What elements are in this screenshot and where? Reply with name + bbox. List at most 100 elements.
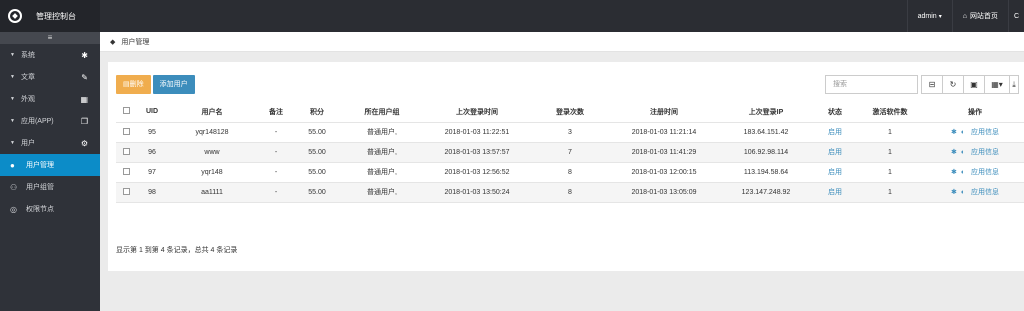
app-info-link[interactable]: 应用信息 — [971, 169, 999, 176]
caret-down-icon: ▼ — [10, 118, 15, 124]
list-icon: ▣ — [970, 80, 978, 89]
col-header[interactable]: 所在用户组 — [338, 102, 426, 123]
sidebar-item-label: 用户组管 — [26, 184, 54, 191]
sidebar-toggle[interactable]: ≡ — [0, 32, 100, 44]
search-input[interactable]: 搜索 — [825, 75, 918, 94]
row-select-cell[interactable] — [116, 142, 136, 163]
export-button[interactable]: ⤓ — [1009, 75, 1019, 94]
exit-button[interactable]: C — [1007, 0, 1024, 32]
home-link[interactable]: ⌂ 网站首页 — [951, 0, 1008, 32]
col-header[interactable]: 用户名 — [168, 102, 256, 123]
cell-last-login: 2018-01-03 13:50:24 — [426, 182, 528, 203]
refresh-icon: ↻ — [949, 80, 957, 89]
user-icon: ● — [10, 160, 15, 170]
cell-uid: 98 — [136, 182, 168, 203]
table-row[interactable]: 95 yqr148128 - 55.00 普通用户, 2018-01-03 11… — [116, 122, 1024, 143]
top-bar: 管理控制台 admin ▾ ⌂ 网站首页 C — [0, 0, 1024, 32]
col-header[interactable]: 操作 — [926, 102, 1024, 123]
select-all-cell[interactable] — [116, 102, 136, 123]
app-info-link[interactable]: 应用信息 — [971, 149, 999, 156]
cell-login-count: 8 — [528, 182, 612, 203]
cell-points: 55.00 — [296, 142, 338, 163]
cell-last-ip: 123.147.248.92 — [716, 182, 816, 203]
cell-last-ip: 106.92.98.114 — [716, 142, 816, 163]
edit-gear-icon[interactable]: ✱ — [951, 169, 957, 176]
cell-note: - — [256, 122, 296, 143]
edit-gear-icon[interactable]: ✱ — [951, 149, 957, 156]
sidebar-item-label: 权限节点 — [26, 206, 54, 213]
user-menu[interactable]: admin ▾ — [906, 0, 952, 32]
refresh-button[interactable]: ↻ — [942, 75, 964, 94]
circle-icon: ◎ — [10, 204, 17, 214]
home-link-label: 网站首页 — [969, 13, 998, 20]
col-header[interactable]: 上次登录时间 — [426, 102, 528, 123]
toggle-icon[interactable]: ◐ — [961, 169, 965, 176]
gear-icon: ✱ — [81, 50, 88, 60]
cell-last-login: 2018-01-03 13:57:57 — [426, 142, 528, 163]
toggle-icon[interactable]: ◐ — [961, 149, 965, 156]
select-all-checkbox[interactable] — [122, 107, 130, 115]
sidebar-item-label: 文章 — [20, 74, 35, 81]
table-row[interactable]: 97 yqr148 - 55.00 普通用户, 2018-01-03 12:56… — [116, 162, 1024, 183]
row-checkbox[interactable] — [122, 167, 130, 175]
sidebar-item-user[interactable]: ▼ 用户 ⚙ — [0, 132, 100, 154]
user-table: UID 用户名 备注 积分 所在用户组 上次登录时间 登录次数 注册时间 上次登… — [116, 102, 1024, 203]
col-header[interactable]: 激活软件数 — [854, 102, 926, 123]
cell-actions: ✱ ◐ 应用信息 — [926, 182, 1024, 203]
row-checkbox[interactable] — [122, 187, 130, 195]
table-row[interactable]: 96 www - 55.00 普通用户, 2018-01-03 13:57:57… — [116, 142, 1024, 163]
delete-button[interactable]: ▤删除 — [116, 75, 151, 94]
table-row[interactable]: 98 aa1111 - 55.00 普通用户, 2018-01-03 13:50… — [116, 182, 1024, 203]
sidebar-item-user-group[interactable]: ⚇ 用户组管 — [0, 176, 100, 198]
row-select-cell[interactable] — [116, 182, 136, 203]
caret-down-icon: ▼ — [10, 52, 15, 58]
row-checkbox[interactable] — [122, 147, 130, 155]
sidebar-item-permission[interactable]: ◎ 权限节点 — [0, 198, 100, 220]
user-name: admin — [917, 12, 937, 20]
app-info-link[interactable]: 应用信息 — [971, 189, 999, 196]
sidebar-item-appearance[interactable]: ▼ 外观 ▦ — [0, 88, 100, 110]
col-header[interactable]: 备注 — [256, 102, 296, 123]
col-header[interactable]: 登录次数 — [528, 102, 612, 123]
cell-status[interactable]: 启用 — [816, 162, 854, 183]
cell-status[interactable]: 启用 — [816, 142, 854, 163]
toggle-icon[interactable]: ◐ — [961, 129, 965, 136]
table-header-row: UID 用户名 备注 积分 所在用户组 上次登录时间 登录次数 注册时间 上次登… — [116, 102, 1024, 123]
columns-button[interactable]: ▦▾ — [984, 75, 1010, 94]
cell-status[interactable]: 启用 — [816, 182, 854, 203]
col-header[interactable]: 上次登录IP — [716, 102, 816, 123]
cell-activated: 1 — [854, 162, 926, 183]
toolbar: ▤删除 添加用户 — [116, 75, 197, 94]
cell-actions: ✱ ◐ 应用信息 — [926, 142, 1024, 163]
toggle-pagination-button[interactable]: ⊟ — [921, 75, 943, 94]
row-select-cell[interactable] — [116, 162, 136, 183]
sidebar-item-app[interactable]: ▼ 应用(APP) ❐ — [0, 110, 100, 132]
sidebar-item-user-management[interactable]: ● 用户管理 — [0, 154, 100, 176]
col-header[interactable]: UID — [136, 102, 168, 123]
sidebar-item-label: 外观 — [20, 96, 35, 103]
toggle-icon[interactable]: ◐ — [961, 189, 965, 196]
cell-note: - — [256, 182, 296, 203]
app-title: 管理控制台 — [36, 11, 76, 21]
toggle-view-button[interactable]: ▣ — [963, 75, 985, 94]
sidebar-item-system[interactable]: ▼ 系统 ✱ — [0, 44, 100, 66]
cell-status[interactable]: 启用 — [816, 122, 854, 143]
delete-label: 删除 — [129, 81, 144, 88]
col-header[interactable]: 注册时间 — [612, 102, 716, 123]
pagination-icon: ⊟ — [928, 80, 936, 89]
brand[interactable]: 管理控制台 — [0, 0, 100, 32]
row-checkbox[interactable] — [122, 127, 130, 135]
add-user-button[interactable]: 添加用户 — [152, 75, 195, 94]
row-select-cell[interactable] — [116, 122, 136, 143]
grid-icon: ▦ — [80, 94, 88, 104]
cell-last-ip: 183.64.151.42 — [716, 122, 816, 143]
app-info-link[interactable]: 应用信息 — [971, 129, 999, 136]
sidebar-item-article[interactable]: ▼ 文章 ✎ — [0, 66, 100, 88]
edit-gear-icon[interactable]: ✱ — [951, 129, 957, 136]
col-header[interactable]: 积分 — [296, 102, 338, 123]
sidebar-item-label: 用户 — [20, 140, 35, 147]
edit-gear-icon[interactable]: ✱ — [951, 189, 957, 196]
cell-uid: 95 — [136, 122, 168, 143]
columns-icon: ▦ — [991, 80, 999, 89]
col-header[interactable]: 状态 — [816, 102, 854, 123]
